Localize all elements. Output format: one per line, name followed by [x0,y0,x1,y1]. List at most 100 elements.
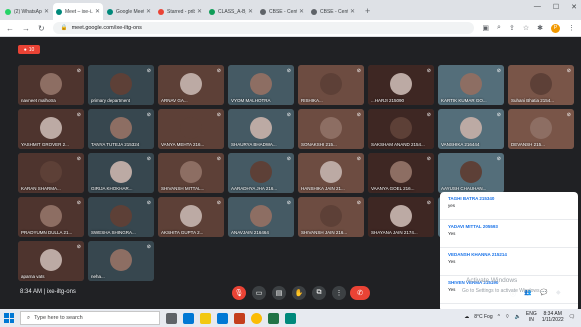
participant-tile[interactable]: ⊘ SHAYANA JAIN 2174... [368,197,434,237]
muted-mic-icon: ⊘ [356,68,361,74]
browser-tab[interactable]: CBSE - Central B✕ [308,3,358,20]
reload-icon[interactable]: ↻ [38,24,45,33]
language-indicator[interactable]: ENG IN [526,311,537,323]
raise-hand-icon[interactable]: ✋ [292,286,306,300]
browser-tab[interactable]: Meet – ixe-i... ✕ [53,3,103,20]
close-window-icon[interactable]: ✕ [571,3,577,11]
extensions-icon[interactable]: ✱ [537,24,543,32]
muted-mic-icon: ⊘ [426,68,431,74]
browser-tab[interactable]: CLASS_A-B_ATT✕ [206,3,256,20]
close-tab-icon[interactable]: ✕ [350,8,355,15]
close-tab-icon[interactable]: ✕ [299,8,304,15]
participant-name: GIRIJA KHOKHAR... [91,186,133,191]
close-tab-icon[interactable]: ✕ [248,8,253,15]
camera-indicator-icon[interactable]: ▣ [482,24,489,32]
participant-tile[interactable]: ⊘ RISHIKA... [298,65,364,105]
more-options-icon[interactable]: ⋮ [332,286,346,300]
participant-tile[interactable]: ⊘ ANAVJAIN 216464 [228,197,294,237]
browser-tab[interactable]: (2) WhatsApp ✕ [2,3,52,20]
chat-text: Yes [448,259,456,264]
participant-tile[interactable]: ⊘ DEVANSH 215... [508,109,574,149]
chrome-icon[interactable] [251,312,262,324]
zoom-icon[interactable]: ⌕ [497,24,501,32]
muted-mic-icon: ⊘ [286,200,291,206]
star-icon[interactable]: ☆ [523,24,529,32]
participant-tile[interactable]: ⊘ VYOM MALHOTRA [228,65,294,105]
tab-title: CBSE - Central B [320,8,348,15]
maximize-icon[interactable]: ☐ [553,3,559,11]
browser-tab[interactable]: CBSE - Central B✕ [257,3,307,20]
participant-tile[interactable]: ⊘ SONAKSHI 215... [298,109,364,149]
recording-badge[interactable]: ● 10 [18,45,40,54]
participant-tile[interactable]: ⊘ SAKSHAM ANAND 2154... [368,109,434,149]
recording-count: 10 [28,46,35,53]
participant-tile[interactable]: ⊘ GIRIJA KHOKHAR... [88,153,154,193]
participant-tile[interactable]: ⊘ AKSHITA GUPTA 2... [158,197,224,237]
muted-mic-icon: ⊘ [146,68,151,74]
participant-tile[interactable]: ⊘ SWESHA SHINGRA... [88,197,154,237]
url-field[interactable]: 🔒 meet.google.com/ixe-iltg-ons [52,22,475,34]
url-text: meet.google.com/ixe-iltg-ons [71,25,142,31]
file-explorer-icon[interactable] [200,312,211,324]
close-tab-icon[interactable]: ✕ [146,8,151,15]
participant-tile[interactable]: ⊘ VANSHIKA 216444 [438,109,504,149]
participant-tile[interactable]: ⊘ primary department [88,65,154,105]
windows-start-icon[interactable] [4,313,14,323]
menu-icon[interactable]: ⋮ [568,24,575,32]
edge-icon[interactable] [183,312,194,324]
present-icon[interactable]: ⧉ [312,286,326,300]
participant-tile[interactable]: ⊘ Suhani Bhatia 2154... [508,65,574,105]
mic-off-icon[interactable]: 🎙 [232,286,246,300]
participant-tile[interactable]: ⊘ SHIVANSH MITTAL... [158,153,224,193]
browser-tab[interactable]: Starred - prib.th✕ [155,3,205,20]
participant-tile[interactable]: ⊘ SHAURYA BHADWA... [228,109,294,149]
minimize-icon[interactable]: — [534,3,541,11]
store-icon[interactable] [217,312,228,324]
participant-video [40,205,62,227]
chat-icon[interactable]: 💬 [540,289,547,296]
participant-tile[interactable]: ⊘ AARADHYA JHA 216... [228,153,294,193]
browser-tab[interactable]: Google Meet ✕ [104,3,154,20]
network-icon[interactable]: ⌔ [505,314,510,320]
participant-tile[interactable]: ⊘ VANYA MEHTA 216... [158,109,224,149]
profile-avatar[interactable]: P [551,23,560,33]
close-tab-icon[interactable]: ✕ [44,8,49,15]
participant-video [110,73,132,95]
participant-tile[interactable]: ⊘ KARTIK KUMAR GO... [438,65,504,105]
participant-tile[interactable]: ⊘ HANSHIKA JAIN 21... [298,153,364,193]
office-icon[interactable] [234,312,245,324]
tray-chevron-icon[interactable]: ^ [498,314,500,320]
back-icon[interactable]: ← [6,24,14,33]
taskbar-clock[interactable]: 8:34 AM 1/11/2022 [542,311,564,323]
participant-tile[interactable]: ⊘ AAYUSH CHAUHAN... [438,153,504,193]
participant-tile[interactable]: ⊘ SHIVANSH JAIN 216... [298,197,364,237]
camera-icon[interactable]: ▭ [252,286,266,300]
volume-icon[interactable]: 🔈 [515,314,521,320]
activities-icon[interactable]: ◆ [556,289,561,296]
captions-icon[interactable]: ▤ [272,286,286,300]
close-tab-icon[interactable]: ✕ [95,8,100,15]
participant-tile[interactable]: ⊘ TANYA TUTEJA 215324 [88,109,154,149]
meet-stage: ● 10 ⊘ navneet malhotra ⊘ primary departmen… [0,37,581,312]
participant-tile[interactable]: ⊘ ARNAV GA... [158,65,224,105]
leave-call-button[interactable]: ✆ [350,286,370,300]
excel-icon[interactable] [268,312,279,324]
taskbar-search[interactable]: ⌕ Type here to search [20,311,160,325]
forward-icon[interactable]: → [22,24,30,33]
participant-tile[interactable]: ⊘ ...HARJI 215090 [368,65,434,105]
participant-tile[interactable]: ⊘ KARAN SHARMA... [18,153,84,193]
share-icon[interactable]: ⇪ [509,24,515,32]
close-tab-icon[interactable]: ✕ [197,8,202,15]
weather-text[interactable]: 8°C Fog [474,314,492,320]
task-view-icon[interactable] [166,312,177,324]
participant-tile[interactable]: ⊘ YASHMIT GROVER 2... [18,109,84,149]
meet-taskbar-icon[interactable] [285,312,296,324]
participant-tile[interactable]: ⊘ PRADYUMN DULLA 21... [18,197,84,237]
new-tab-button[interactable]: + [365,6,370,16]
participant-tile[interactable]: ⊘ VAANYA GOEL 216... [368,153,434,193]
participant-tile[interactable]: ⊘ navneet malhotra [18,65,84,105]
participant-tile[interactable]: ⊘ neha... [88,241,154,281]
participant-name: AARADHYA JHA 216... [231,186,278,191]
participant-tile[interactable]: ⊘ aparna vats [18,241,84,281]
notifications-icon[interactable]: 🗨 [569,314,575,320]
